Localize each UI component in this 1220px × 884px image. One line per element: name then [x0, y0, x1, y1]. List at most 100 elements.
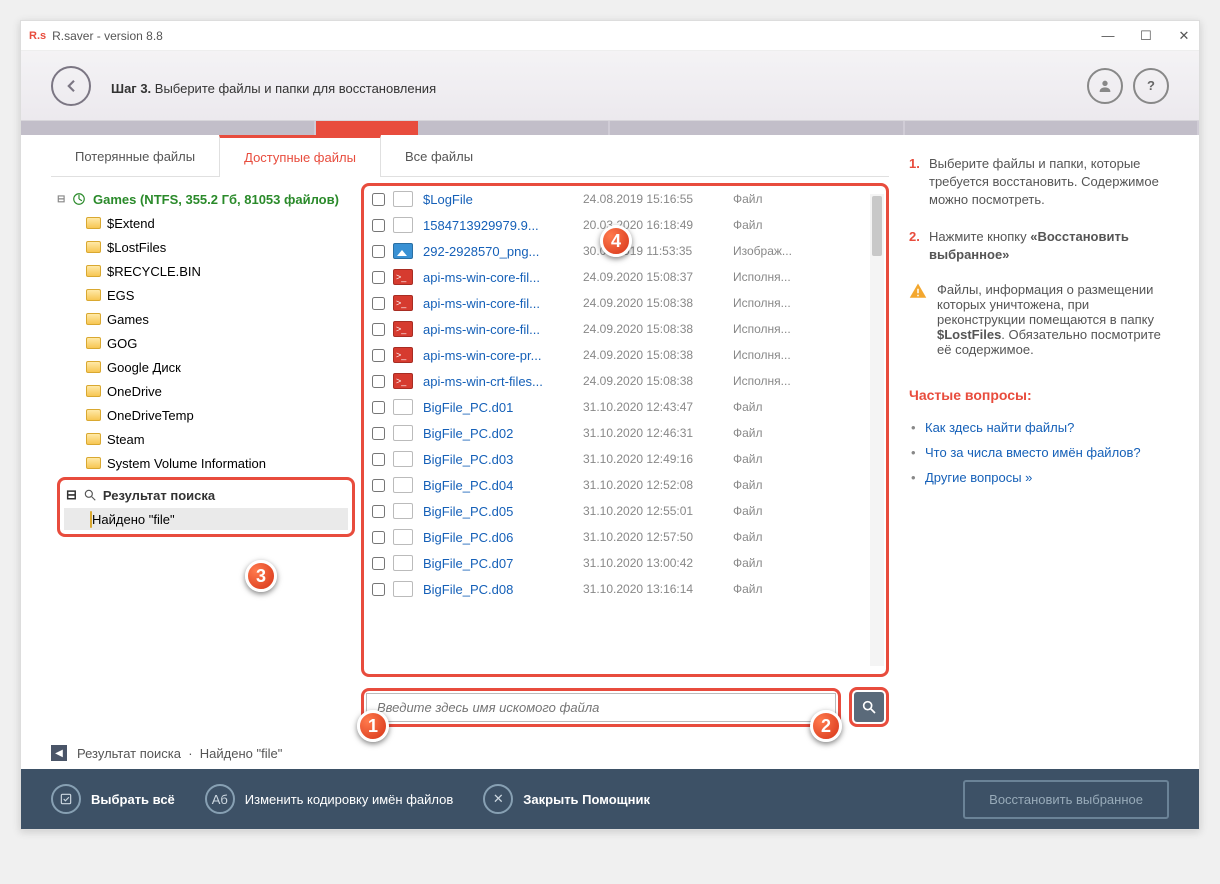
tab-available-files[interactable]: Доступные файлы	[219, 135, 381, 177]
file-row[interactable]: api-ms-win-core-pr...24.09.2020 15:08:38…	[364, 342, 886, 368]
close-assistant-button[interactable]: ✕ Закрыть Помощник	[483, 784, 650, 814]
file-checkbox[interactable]	[372, 583, 385, 596]
tab-all-files[interactable]: Все файлы	[381, 137, 497, 176]
file-row[interactable]: BigFile_PC.d0131.10.2020 12:43:47Файл	[364, 394, 886, 420]
search-button[interactable]	[854, 692, 884, 722]
tabs: Потерянные файлы Доступные файлы Все фай…	[51, 135, 889, 177]
close-button[interactable]: ✕	[1177, 28, 1191, 44]
file-date: 24.09.2020 15:08:38	[583, 296, 733, 310]
tree-folder[interactable]: $Extend	[57, 211, 355, 235]
tree-search-result[interactable]: ⊟ Результат поиска	[64, 484, 348, 506]
tree-folder[interactable]: System Volume Information	[57, 451, 355, 475]
file-date: 24.09.2020 15:08:37	[583, 270, 733, 284]
file-row[interactable]: BigFile_PC.d0531.10.2020 12:55:01Файл	[364, 498, 886, 524]
file-checkbox[interactable]	[372, 219, 385, 232]
back-button[interactable]	[51, 66, 91, 106]
file-list-scrollbar[interactable]	[870, 194, 884, 666]
file-name: BigFile_PC.d03	[423, 452, 583, 467]
file-type: Исполня...	[733, 296, 791, 310]
file-icon	[393, 243, 413, 259]
file-checkbox[interactable]	[372, 427, 385, 440]
file-checkbox[interactable]	[372, 245, 385, 258]
tree-root[interactable]: ⊟ Games (NTFS, 355.2 Гб, 81053 файлов)	[57, 187, 355, 211]
maximize-button[interactable]: ☐	[1139, 28, 1153, 44]
tree-folder[interactable]: Steam	[57, 427, 355, 451]
tree-folder[interactable]: $LostFiles	[57, 235, 355, 259]
tree-folder[interactable]: OneDriveTemp	[57, 403, 355, 427]
page-title: Шаг 3. Выберите файлы и папки для восста…	[111, 73, 436, 99]
file-row[interactable]: BigFile_PC.d0831.10.2020 13:16:14Файл	[364, 576, 886, 602]
encoding-icon: Aб	[205, 784, 235, 814]
file-type: Файл	[733, 556, 763, 570]
file-row[interactable]: $LogFile24.08.2019 15:16:55Файл	[364, 186, 886, 212]
change-encoding-button[interactable]: Aб Изменить кодировку имён файлов	[205, 784, 453, 814]
file-checkbox[interactable]	[372, 531, 385, 544]
file-name: BigFile_PC.d08	[423, 582, 583, 597]
tree-folder[interactable]: $RECYCLE.BIN	[57, 259, 355, 283]
folder-tree[interactable]: ⊟ Games (NTFS, 355.2 Гб, 81053 файлов) $…	[51, 177, 361, 681]
select-all-button[interactable]: Выбрать всё	[51, 784, 175, 814]
instruction-1: 1.Выберите файлы и папки, которые требуе…	[909, 155, 1169, 210]
file-row[interactable]: BigFile_PC.d0331.10.2020 12:49:16Файл	[364, 446, 886, 472]
faq-link[interactable]: Что за числа вместо имён файлов?	[909, 440, 1169, 465]
search-result-group: ⊟ Результат поиска Найдено "file"	[57, 477, 355, 537]
tree-search-found[interactable]: Найдено "file"	[64, 508, 348, 530]
file-date: 31.10.2020 12:52:08	[583, 478, 733, 492]
faq-link[interactable]: Другие вопросы »	[909, 465, 1169, 490]
file-type: Исполня...	[733, 270, 791, 284]
file-name: BigFile_PC.d04	[423, 478, 583, 493]
breadcrumb-back-icon[interactable]: ◀	[51, 745, 67, 761]
search-input[interactable]	[366, 693, 836, 722]
file-checkbox[interactable]	[372, 505, 385, 518]
file-date: 31.10.2020 12:46:31	[583, 426, 733, 440]
file-checkbox[interactable]	[372, 401, 385, 414]
app-window: R.s R.saver - version 8.8 — ☐ ✕ Шаг 3. В…	[20, 20, 1200, 830]
file-type: Исполня...	[733, 374, 791, 388]
file-row[interactable]: api-ms-win-core-fil...24.09.2020 15:08:3…	[364, 290, 886, 316]
file-row[interactable]: BigFile_PC.d0731.10.2020 13:00:42Файл	[364, 550, 886, 576]
file-row[interactable]: BigFile_PC.d0631.10.2020 12:57:50Файл	[364, 524, 886, 550]
file-checkbox[interactable]	[372, 193, 385, 206]
file-name: api-ms-win-core-fil...	[423, 270, 583, 285]
file-date: 31.10.2020 13:16:14	[583, 582, 733, 596]
file-type: Исполня...	[733, 322, 791, 336]
file-type: Файл	[733, 400, 763, 414]
file-checkbox[interactable]	[372, 375, 385, 388]
restore-selected-button[interactable]: Восстановить выбранное	[963, 780, 1169, 819]
file-row[interactable]: api-ms-win-crt-files...24.09.2020 15:08:…	[364, 368, 886, 394]
file-icon	[393, 269, 413, 285]
file-row[interactable]: api-ms-win-core-fil...24.09.2020 15:08:3…	[364, 264, 886, 290]
tree-folder[interactable]: Google Диск	[57, 355, 355, 379]
file-checkbox[interactable]	[372, 479, 385, 492]
minimize-button[interactable]: —	[1101, 28, 1115, 44]
progress-bar	[21, 121, 1199, 135]
file-date: 31.10.2020 12:55:01	[583, 504, 733, 518]
help-button[interactable]: ?	[1133, 68, 1169, 104]
close-icon: ✕	[483, 784, 513, 814]
file-type: Файл	[733, 218, 763, 232]
account-button[interactable]	[1087, 68, 1123, 104]
file-list[interactable]: $LogFile24.08.2019 15:16:55Файл158471392…	[361, 183, 889, 677]
file-icon	[393, 503, 413, 519]
file-row[interactable]: BigFile_PC.d0231.10.2020 12:46:31Файл	[364, 420, 886, 446]
file-checkbox[interactable]	[372, 557, 385, 570]
file-checkbox[interactable]	[372, 453, 385, 466]
file-checkbox[interactable]	[372, 349, 385, 362]
tree-folder[interactable]: Games	[57, 307, 355, 331]
file-type: Файл	[733, 192, 763, 206]
file-icon	[393, 347, 413, 363]
file-row[interactable]: api-ms-win-core-fil...24.09.2020 15:08:3…	[364, 316, 886, 342]
file-name: BigFile_PC.d01	[423, 400, 583, 415]
warning-icon	[909, 282, 927, 300]
tree-folder[interactable]: GOG	[57, 331, 355, 355]
file-checkbox[interactable]	[372, 297, 385, 310]
faq-link[interactable]: Как здесь найти файлы?	[909, 415, 1169, 440]
file-checkbox[interactable]	[372, 323, 385, 336]
tree-folder[interactable]: OneDrive	[57, 379, 355, 403]
file-type: Файл	[733, 504, 763, 518]
file-date: 24.09.2020 15:08:38	[583, 348, 733, 362]
file-checkbox[interactable]	[372, 271, 385, 284]
tree-folder[interactable]: EGS	[57, 283, 355, 307]
file-row[interactable]: BigFile_PC.d0431.10.2020 12:52:08Файл	[364, 472, 886, 498]
tab-lost-files[interactable]: Потерянные файлы	[51, 137, 219, 176]
